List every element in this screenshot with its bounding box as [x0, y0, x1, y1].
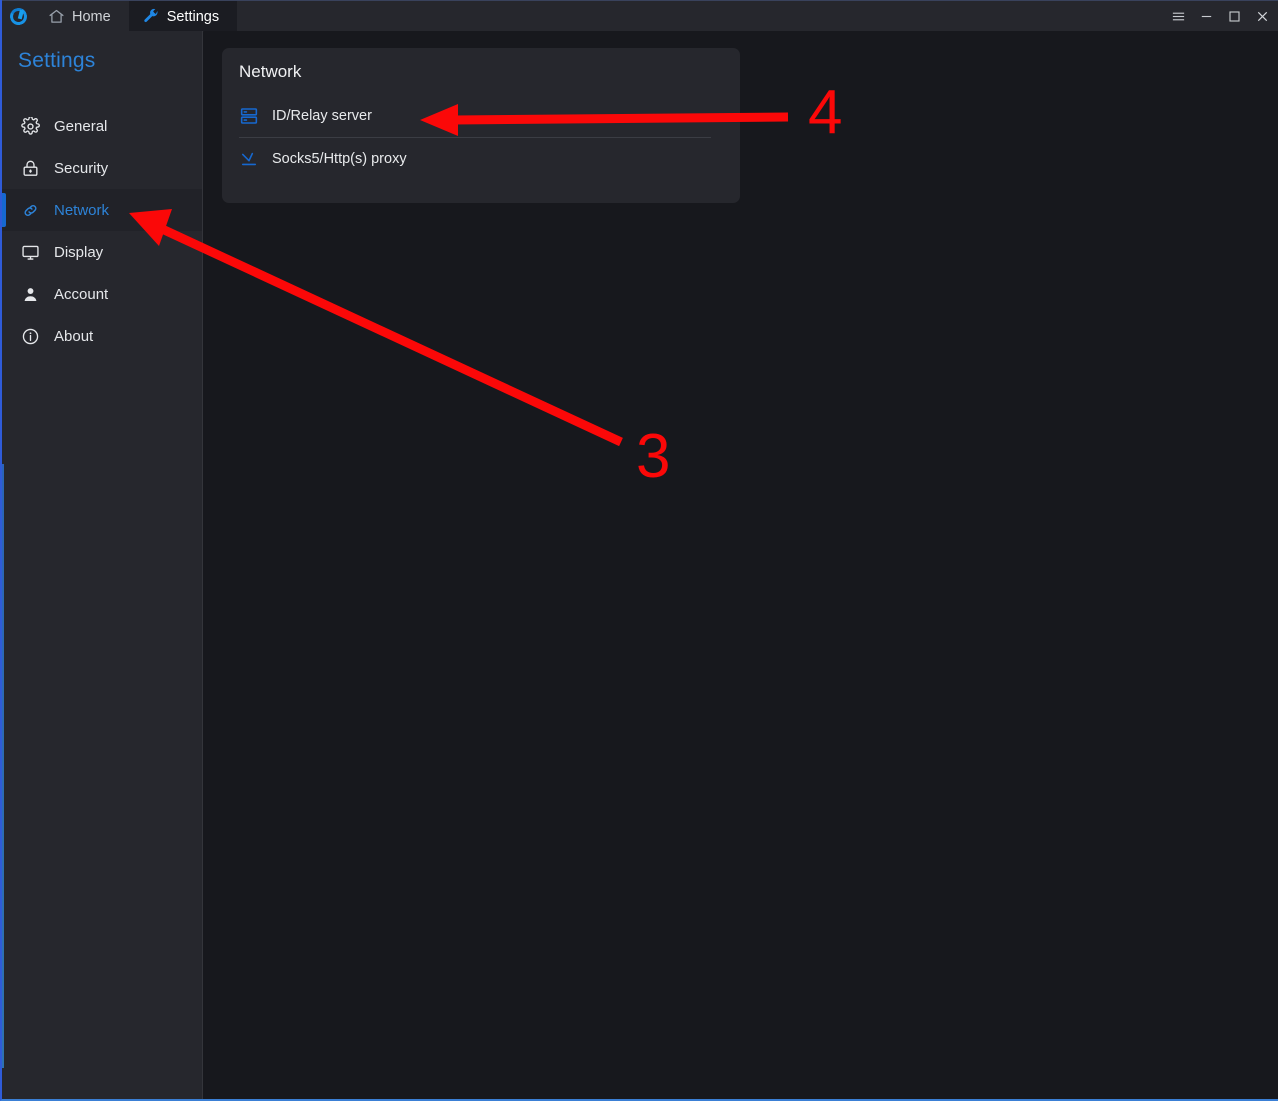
tab-settings[interactable]: Settings	[128, 1, 238, 32]
settings-content: Network ID/Relay server Socks5/Http(s) p…	[204, 31, 1278, 1099]
minimize-icon[interactable]	[1192, 1, 1220, 32]
sidebar-item-display[interactable]: Display	[2, 231, 202, 273]
app-window: Home Settings Settings General Security …	[0, 0, 1278, 1101]
window-controls	[1164, 1, 1278, 32]
title-bar: Home Settings	[2, 0, 1278, 32]
titlebar-drag-area	[237, 1, 1164, 31]
server-rack-icon	[239, 106, 259, 126]
tab-settings-label: Settings	[166, 8, 220, 25]
sidebar-item-label: Display	[54, 243, 104, 261]
option-label: Socks5/Http(s) proxy	[272, 151, 407, 167]
hamburger-menu-icon[interactable]	[1164, 1, 1192, 32]
sidebar-item-security[interactable]: Security	[2, 147, 202, 189]
page-title: Settings	[18, 49, 96, 72]
proxy-arrow-icon	[239, 149, 259, 169]
person-icon	[21, 285, 40, 304]
network-options-list: ID/Relay server Socks5/Http(s) proxy	[222, 95, 740, 180]
tab-home[interactable]: Home	[34, 1, 129, 32]
window-left-accent	[2, 464, 4, 1068]
sidebar-item-label: General	[54, 117, 108, 135]
close-icon[interactable]	[1248, 1, 1276, 32]
wrench-icon	[143, 8, 160, 25]
sidebar-nav: General Security Network Display Account…	[2, 105, 202, 357]
network-settings-card: Network ID/Relay server Socks5/Http(s) p…	[222, 48, 740, 203]
option-id-relay-server[interactable]: ID/Relay server	[222, 95, 740, 137]
settings-sidebar: Settings General Security Network Displa…	[2, 31, 203, 1099]
monitor-icon	[21, 243, 40, 262]
app-logo	[2, 1, 34, 31]
sidebar-item-label: Account	[54, 285, 109, 303]
card-title: Network	[239, 62, 302, 81]
lock-icon	[21, 159, 40, 178]
tab-home-label: Home	[72, 8, 111, 25]
sidebar-item-label: Security	[54, 159, 109, 177]
sidebar-item-general[interactable]: General	[2, 105, 202, 147]
gear-icon	[21, 115, 40, 136]
rustdesk-logo-icon	[7, 5, 29, 27]
sidebar-item-network[interactable]: Network	[2, 189, 202, 231]
home-icon	[48, 8, 65, 25]
sidebar-item-about[interactable]: About	[2, 315, 202, 357]
info-icon	[21, 327, 40, 346]
sidebar-item-label: About	[54, 327, 94, 345]
option-label: ID/Relay server	[272, 108, 372, 124]
maximize-icon[interactable]	[1220, 1, 1248, 32]
option-socks5-http-proxy[interactable]: Socks5/Http(s) proxy	[222, 138, 740, 180]
sidebar-item-account[interactable]: Account	[2, 273, 202, 315]
link-icon	[21, 201, 40, 220]
sidebar-item-label: Network	[54, 201, 110, 219]
